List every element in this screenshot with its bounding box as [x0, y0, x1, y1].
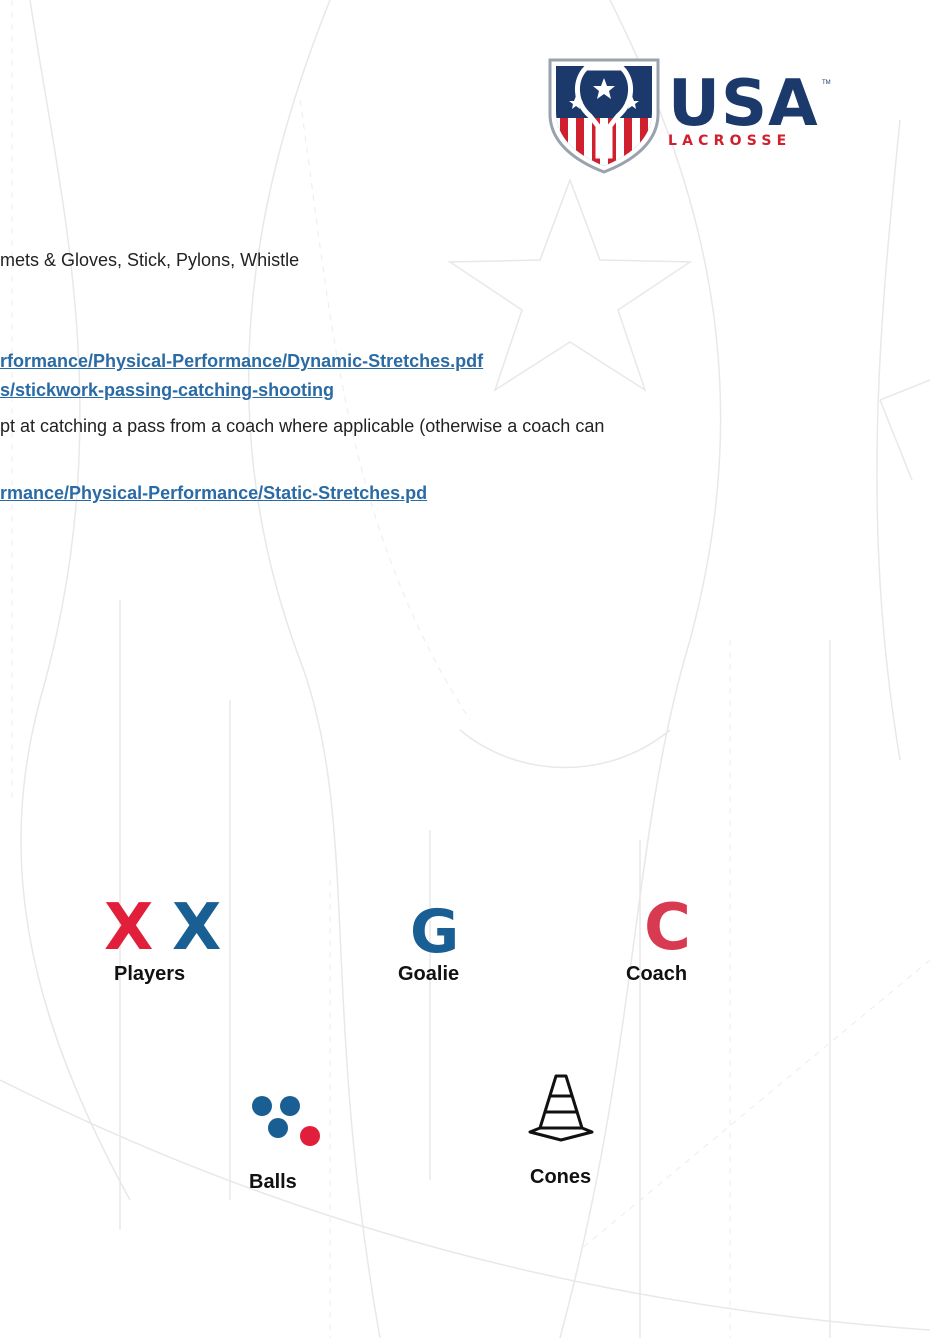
logo-subtitle: LACROSSE: [668, 133, 792, 149]
player-blue-icon: X: [172, 891, 222, 965]
drill-description-line: pt at catching a pass from a coach where…: [0, 416, 605, 436]
goalie-label: Goalie: [398, 963, 460, 985]
logo-wordmark: USA: [668, 67, 819, 141]
background-watermark: [0, 0, 930, 1338]
cone-icon: [528, 1074, 594, 1142]
coach-label: Coach: [626, 963, 688, 985]
balls-label: Balls: [249, 1171, 297, 1193]
player-red-icon: X: [104, 891, 154, 965]
stickwork-link[interactable]: s/stickwork-passing-catching-shooting: [0, 379, 334, 401]
shield-icon: [548, 58, 660, 174]
balls-icon: [252, 1096, 320, 1146]
dynamic-stretches-link[interactable]: rformance/Physical-Performance/Dynamic-S…: [0, 350, 483, 372]
logo-trademark: TM: [822, 80, 831, 86]
equipment-line: mets & Gloves, Stick, Pylons, Whistle: [0, 250, 300, 270]
static-stretches-link[interactable]: rmance/Physical-Performance/Static-Stret…: [0, 482, 427, 504]
cones-label: Cones: [530, 1166, 592, 1188]
coach-icon: C: [644, 891, 691, 965]
goalie-icon: G: [410, 897, 460, 967]
players-label: Players: [114, 963, 186, 985]
